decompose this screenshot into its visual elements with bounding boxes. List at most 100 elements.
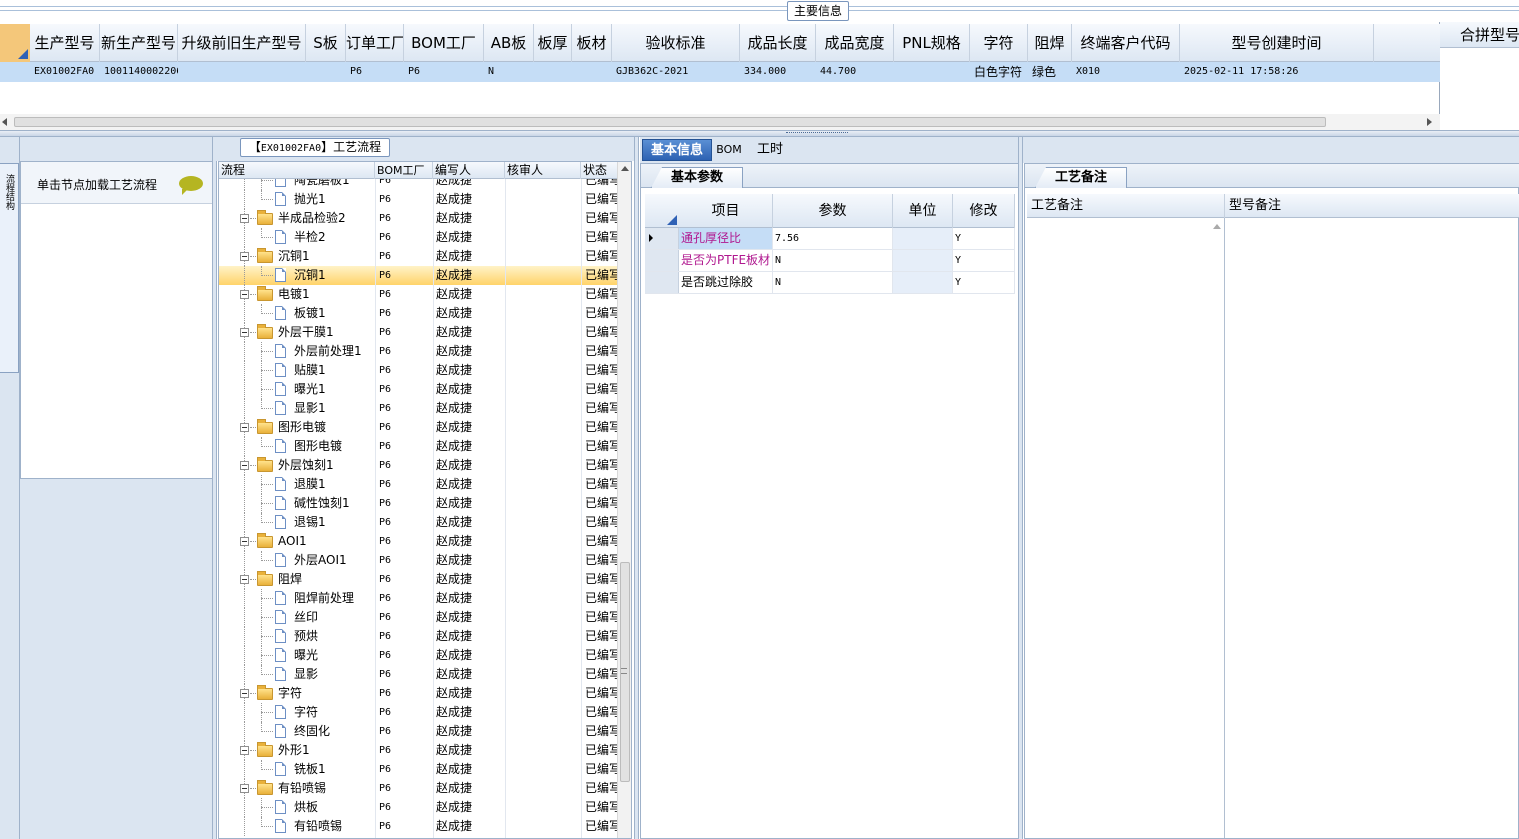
collapse-icon[interactable] <box>240 746 249 755</box>
param-unit[interactable] <box>893 250 953 271</box>
collapse-icon[interactable] <box>240 461 249 470</box>
tree-row[interactable]: 沉铜1 P6 赵成捷 已编写 <box>219 266 619 285</box>
tree-row[interactable]: 退膜1 P6 赵成捷 已编写 <box>219 475 619 494</box>
tab-basic-info[interactable]: 基本信息 <box>642 139 712 161</box>
col-header-5[interactable]: BOM工厂 <box>404 24 484 62</box>
cell-3[interactable] <box>306 62 346 82</box>
col-header-13[interactable]: 字符 <box>970 24 1028 62</box>
col-header-reviewer[interactable]: 核审人 <box>505 162 581 179</box>
left-splitter[interactable] <box>212 137 217 839</box>
tree-row[interactable]: 字符 P6 赵成捷 已编写 <box>219 703 619 722</box>
middle-splitter[interactable] <box>634 137 639 839</box>
collapse-icon[interactable] <box>240 575 249 584</box>
cell-0[interactable]: EX01002FA0 <box>30 62 100 82</box>
tree-row[interactable]: 外层前处理1 P6 赵成捷 已编写 <box>219 342 619 361</box>
param-unit[interactable] <box>893 228 953 249</box>
grid-corner-selector[interactable] <box>0 24 30 62</box>
tab-bom[interactable]: BOM <box>714 139 744 161</box>
tree-row[interactable]: 终固化 P6 赵成捷 已编写 <box>219 722 619 741</box>
tree-row[interactable]: 阻焊 P6 赵成捷 已编写 <box>219 570 619 589</box>
process-remark-textarea[interactable] <box>1027 218 1225 838</box>
tab-basic-params[interactable]: 基本参数 <box>651 167 743 188</box>
collapse-icon[interactable] <box>240 423 249 432</box>
col-header-modify[interactable]: 修改 <box>953 194 1015 228</box>
tree-row[interactable]: 曝光1 P6 赵成捷 已编写 <box>219 380 619 399</box>
cell-6[interactable]: N <box>484 62 534 82</box>
param-row[interactable]: 是否跳过除胶 N Y <box>645 272 1015 294</box>
row-indicator[interactable] <box>645 272 679 293</box>
param-unit[interactable] <box>893 272 953 293</box>
col-header-11[interactable]: 成品宽度 <box>816 24 894 62</box>
tree-row[interactable]: 陶瓷磨板1 P6 赵成捷 已编写 <box>219 179 619 190</box>
table-row[interactable]: EX01002FA010011400022066P6P6NGJB362C-202… <box>0 62 1440 82</box>
tree-row[interactable]: 显影 P6 赵成捷 已编写 <box>219 665 619 684</box>
param-modify[interactable]: Y <box>953 228 1015 249</box>
scroll-left-icon[interactable] <box>2 118 7 126</box>
col-header-15[interactable]: 终端客户代码 <box>1072 24 1180 62</box>
horizontal-scrollbar[interactable] <box>0 114 1440 130</box>
process-tree[interactable]: 流程 BOM工厂 编写人 核审人 状态 陶瓷磨板1 P6 赵成捷 已编写 抛光1 P6 赵成… <box>218 161 632 839</box>
cell-4[interactable]: P6 <box>346 62 404 82</box>
tree-row[interactable]: 烘板 P6 赵成捷 已编写 <box>219 798 619 817</box>
col-header-3[interactable]: S板 <box>306 24 346 62</box>
collapse-icon[interactable] <box>240 784 249 793</box>
col-header-4[interactable]: 订单工厂 <box>346 24 404 62</box>
col-header-6[interactable]: AB板 <box>484 24 534 62</box>
tree-row[interactable]: 有铅喷锡 P6 赵成捷 已编写 <box>219 779 619 798</box>
tree-row[interactable]: 阻焊前处理 P6 赵成捷 已编写 <box>219 589 619 608</box>
col-header-status[interactable]: 状态 <box>581 162 619 179</box>
tree-row[interactable]: AOI1 P6 赵成捷 已编写 <box>219 532 619 551</box>
cell-10[interactable]: 334.000 <box>740 62 816 82</box>
param-value[interactable]: 7.56 <box>773 228 893 249</box>
tree-row[interactable]: 沉铜1 P6 赵成捷 已编写 <box>219 247 619 266</box>
param-modify[interactable]: Y <box>953 272 1015 293</box>
tree-row[interactable]: 贴膜1 P6 赵成捷 已编写 <box>219 361 619 380</box>
main-info-grid[interactable]: 生产型号 新生产型号 升级前旧生产型号 S板 订单工厂 BOM工厂 AB板 板厚 板材 验收标准成… <box>0 22 1440 130</box>
col-header-unit[interactable]: 单位 <box>893 194 953 228</box>
collapse-icon[interactable] <box>240 290 249 299</box>
collapse-icon[interactable] <box>240 689 249 698</box>
tree-row[interactable]: 半检2 P6 赵成捷 已编写 <box>219 228 619 247</box>
tree-row[interactable]: 字符 P6 赵成捷 已编写 <box>219 684 619 703</box>
collapse-icon[interactable] <box>240 252 249 261</box>
tree-row[interactable]: 曝光 P6 赵成捷 已编写 <box>219 646 619 665</box>
collapse-icon[interactable] <box>240 214 249 223</box>
tree-row[interactable]: 图形电镀 P6 赵成捷 已编写 <box>219 418 619 437</box>
cell-14[interactable]: 绿色 <box>1028 62 1072 82</box>
col-header-14[interactable]: 阻焊 <box>1028 24 1072 62</box>
remark-scrollbar[interactable] <box>1210 220 1224 836</box>
cell-12[interactable] <box>894 62 970 82</box>
scroll-up-icon[interactable] <box>621 166 629 171</box>
col-header-2[interactable]: 升级前旧生产型号 <box>178 24 306 62</box>
cell-8[interactable] <box>572 62 612 82</box>
tab-process-structure[interactable]: 流程结构 <box>0 163 19 373</box>
tree-row[interactable]: 显影1 P6 赵成捷 已编写 <box>219 399 619 418</box>
model-remark-textarea[interactable] <box>1225 218 1517 838</box>
cell-7[interactable] <box>534 62 572 82</box>
param-row[interactable]: 是否为PTFE板材 N Y <box>645 250 1015 272</box>
horizontal-splitter[interactable] <box>0 130 1519 137</box>
param-modify[interactable]: Y <box>953 250 1015 271</box>
col-header-process[interactable]: 流程 <box>219 162 375 179</box>
collapse-icon[interactable] <box>240 328 249 337</box>
tree-row[interactable]: 预烘 P6 赵成捷 已编写 <box>219 627 619 646</box>
tree-row[interactable]: 电镀1 P6 赵成捷 已编写 <box>219 285 619 304</box>
col-header-1[interactable]: 新生产型号 <box>100 24 178 62</box>
tree-row[interactable]: 半成品检验2 P6 赵成捷 已编写 <box>219 209 619 228</box>
tree-row[interactable]: 有铅喷锡 P6 赵成捷 已编写 <box>219 817 619 836</box>
scroll-up-icon[interactable] <box>1213 224 1221 229</box>
tab-work-hours[interactable]: 工时 <box>750 139 790 161</box>
right-splitter[interactable] <box>1018 137 1023 839</box>
row-indicator[interactable] <box>645 250 679 271</box>
scroll-right-icon[interactable] <box>1427 118 1432 126</box>
merge-model-header[interactable]: 合拼型号 <box>1440 22 1519 48</box>
col-header-process-remark[interactable]: 工艺备注 <box>1027 194 1225 218</box>
col-header-author[interactable]: 编写人 <box>433 162 505 179</box>
col-header-bom-factory[interactable]: BOM工厂 <box>375 162 433 179</box>
col-header-7[interactable]: 板厚 <box>534 24 572 62</box>
cell-15[interactable]: X010 <box>1072 62 1180 82</box>
col-header-10[interactable]: 成品长度 <box>740 24 816 62</box>
col-header-9[interactable]: 验收标准 <box>612 24 740 62</box>
col-header-item[interactable]: 项目 <box>679 194 773 228</box>
tab-process-remarks[interactable]: 工艺备注 <box>1035 167 1127 188</box>
